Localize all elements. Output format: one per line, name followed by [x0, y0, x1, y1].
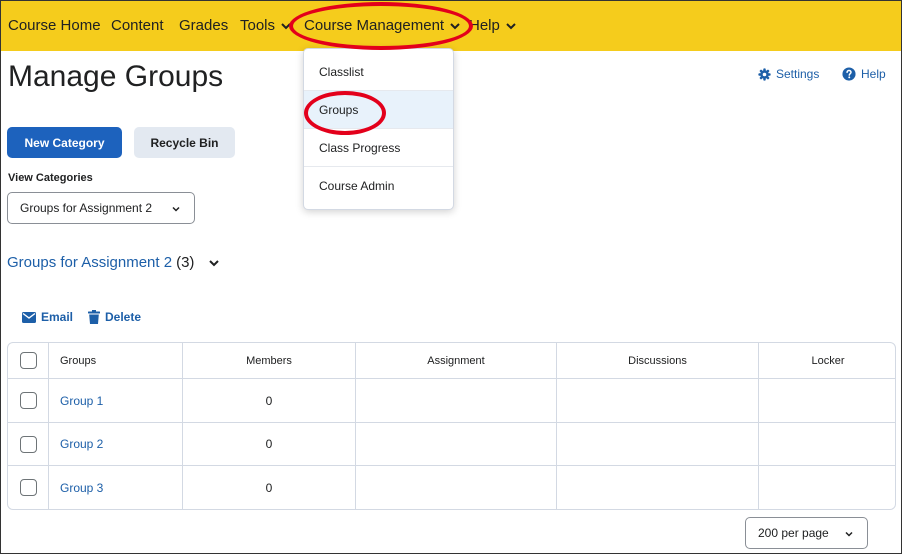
assignment-cell [355, 466, 556, 509]
members-cell: 0 [182, 466, 355, 509]
assignment-cell [355, 379, 556, 422]
group-name-cell: Group 1 [48, 379, 182, 422]
view-categories-selected: Groups for Assignment 2 [20, 201, 153, 215]
group-name-cell: Group 3 [48, 466, 182, 509]
column-header-members[interactable]: Members [182, 343, 355, 378]
category-heading: Groups for Assignment 2 (3) [7, 254, 220, 271]
column-header-discussions[interactable]: Discussions [556, 343, 758, 378]
chevron-down-icon [281, 22, 291, 29]
discussions-cell [556, 466, 758, 509]
group-name-cell: Group 2 [48, 423, 182, 465]
assignment-cell [355, 423, 556, 465]
row-select-cell [8, 466, 48, 509]
menu-item-groups[interactable]: Groups [304, 91, 453, 129]
per-page-value: 200 per page [758, 526, 829, 540]
row-select-cell [8, 423, 48, 465]
locker-cell [758, 423, 895, 465]
delete-label: Delete [105, 310, 142, 324]
settings-link[interactable]: Settings [758, 67, 819, 81]
nav-grades-label: Grades [179, 17, 229, 34]
delete-action[interactable]: Delete [88, 310, 141, 324]
column-header-assignment[interactable]: Assignment [355, 343, 556, 378]
page-title: Manage Groups [8, 60, 224, 93]
locker-cell [758, 466, 895, 509]
nav-grades[interactable]: Grades [179, 17, 228, 34]
row-checkbox[interactable] [19, 479, 37, 496]
group-link[interactable]: Group 1 [49, 394, 103, 408]
view-categories-select[interactable]: Groups for Assignment 2 [7, 192, 195, 224]
chevron-down-icon [172, 206, 180, 212]
select-all-cell [8, 343, 48, 378]
discussions-cell [556, 379, 758, 422]
menu-item-course-admin[interactable]: Course Admin [304, 167, 453, 205]
new-category-button[interactable]: New Category [7, 127, 122, 158]
groups-table: Groups Members Assignment Discussions Lo… [7, 342, 896, 510]
column-header-groups[interactable]: Groups [48, 343, 182, 378]
gear-icon [758, 67, 771, 81]
table-row: Group 1 0 [8, 379, 895, 423]
row-checkbox[interactable] [19, 392, 37, 409]
nav-course-management-label: Course Management [304, 17, 445, 34]
envelope-icon [22, 311, 36, 323]
members-cell: 0 [182, 379, 355, 422]
per-page-select[interactable]: 200 per page [745, 517, 868, 549]
column-header-locker[interactable]: Locker [758, 343, 895, 378]
select-all-checkbox[interactable] [19, 352, 37, 369]
table-row: Group 3 0 [8, 466, 895, 509]
email-action[interactable]: Email [22, 310, 73, 324]
chevron-down-icon [845, 531, 853, 537]
category-title-link[interactable]: Groups for Assignment 2 [7, 254, 172, 271]
trash-icon [88, 310, 100, 324]
table-header-row: Groups Members Assignment Discussions Lo… [8, 343, 895, 379]
help-circle-icon [842, 67, 856, 81]
course-management-menu: Classlist Groups Class Progress Course A… [303, 48, 454, 210]
nav-course-home[interactable]: Course Home [8, 17, 101, 34]
settings-label: Settings [776, 67, 820, 81]
nav-tools[interactable]: Tools [240, 17, 292, 34]
view-categories-label: View Categories [8, 172, 93, 184]
recycle-bin-button[interactable]: Recycle Bin [134, 127, 235, 158]
nav-course-management[interactable]: Course Management [304, 17, 461, 34]
group-link[interactable]: Group 3 [49, 481, 103, 495]
chevron-down-icon [450, 22, 460, 29]
chevron-down-icon [506, 22, 516, 29]
discussions-cell [556, 423, 758, 465]
menu-item-class-progress[interactable]: Class Progress [304, 129, 453, 167]
chevron-down-icon[interactable] [208, 257, 220, 269]
nav-help[interactable]: Help [469, 17, 517, 34]
nav-content-label: Content [111, 17, 164, 34]
row-checkbox[interactable] [19, 435, 37, 453]
nav-course-home-label: Course Home [8, 17, 101, 34]
nav-content[interactable]: Content [111, 17, 164, 34]
nav-help-label: Help [469, 17, 500, 34]
email-label: Email [41, 310, 74, 324]
menu-item-classlist[interactable]: Classlist [304, 53, 453, 91]
group-link[interactable]: Group 2 [49, 437, 103, 451]
help-label: Help [861, 67, 886, 81]
locker-cell [758, 379, 895, 422]
nav-tools-label: Tools [240, 17, 276, 34]
table-row: Group 2 0 [8, 423, 895, 466]
category-group-count: (3) [176, 254, 195, 271]
row-select-cell [8, 379, 48, 422]
help-link[interactable]: Help [842, 67, 886, 81]
members-cell: 0 [182, 423, 355, 465]
course-navbar: Course Home Content Grades Tools Course … [1, 1, 901, 51]
